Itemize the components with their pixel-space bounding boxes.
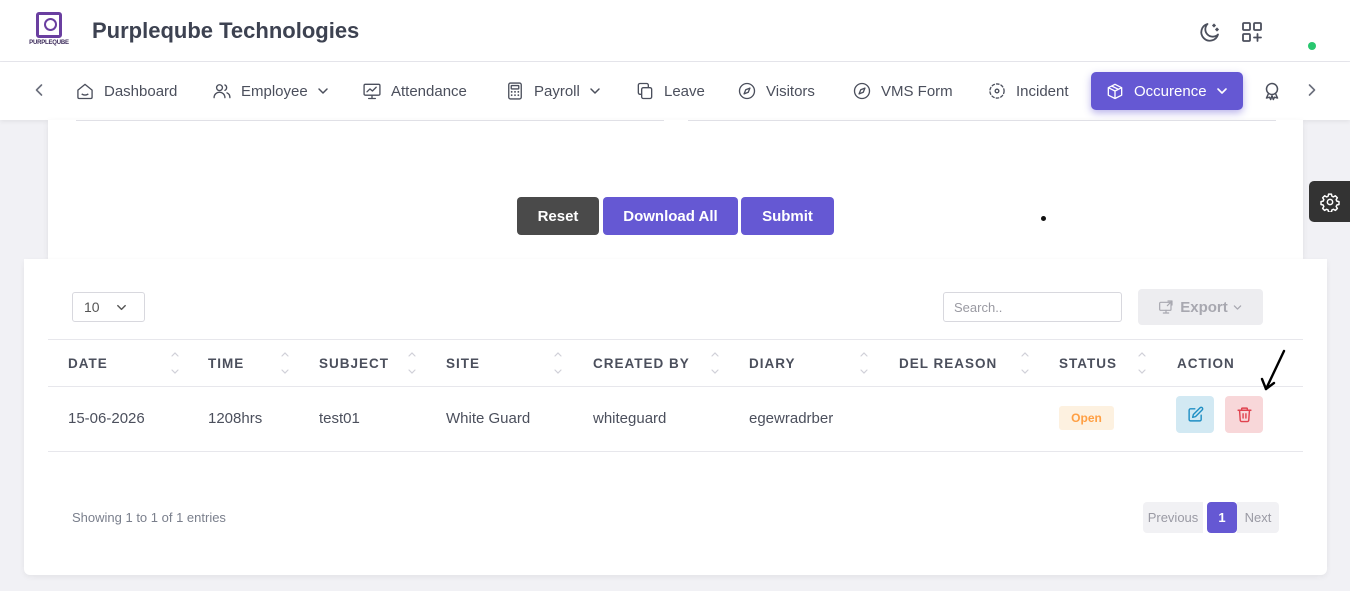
box-icon: [1107, 83, 1123, 100]
column-header-date[interactable]: DATE: [68, 356, 108, 371]
sort-icon[interactable]: [553, 349, 563, 377]
cell-site: White Guard: [446, 410, 531, 427]
sort-icon[interactable]: [1137, 349, 1147, 377]
page-length-select[interactable]: 10: [72, 292, 145, 322]
table-row: 15-06-2026 1208hrs test01 White Guard wh…: [48, 387, 1303, 452]
table-card: 10 Export DATE TIME SUBJECT SITE CREATED…: [24, 259, 1327, 575]
export-label: Export: [1180, 298, 1228, 316]
users-icon: [213, 84, 231, 99]
cell-date: 15-06-2026: [68, 410, 145, 427]
cell-diary: egewradrber: [749, 410, 834, 427]
column-header-action: ACTION: [1177, 356, 1235, 371]
focus-icon: [989, 83, 1005, 99]
column-header-status[interactable]: STATUS: [1059, 356, 1117, 371]
submit-button[interactable]: Submit: [741, 197, 834, 235]
field-underline: [76, 120, 664, 121]
nav-label: Payroll: [534, 82, 580, 100]
logo-text: PURPLEQUBE: [29, 40, 69, 46]
search-input[interactable]: [943, 292, 1122, 322]
column-header-diary[interactable]: DIARY: [749, 356, 796, 371]
nav-scroll-left-icon[interactable]: [29, 80, 49, 100]
compass-icon: [738, 82, 756, 100]
export-button[interactable]: Export: [1138, 289, 1263, 325]
chevron-down-icon: [317, 88, 328, 94]
nav-scroll-right-icon[interactable]: [1302, 80, 1322, 100]
page-length-value: 10: [84, 299, 100, 315]
nav-label: Incident: [1016, 82, 1069, 100]
chevron-down-icon: [1216, 88, 1227, 94]
nav-item-occurence[interactable]: Occurence: [1091, 72, 1243, 110]
logo-mark: [36, 12, 62, 38]
field-underline: [688, 120, 1276, 121]
nav-label: Occurence: [1134, 82, 1207, 100]
table-header: DATE TIME SUBJECT SITE CREATED BY DIARY …: [48, 339, 1303, 387]
column-header-site[interactable]: SITE: [446, 356, 480, 371]
column-header-del-reason[interactable]: DEL REASON: [899, 356, 997, 371]
status-badge: Open: [1059, 406, 1114, 430]
download-all-button[interactable]: Download All: [603, 197, 738, 235]
entries-info: Showing 1 to 1 of 1 entries: [72, 510, 226, 525]
top-header: PURPLEQUBE Purpleqube Technologies: [0, 0, 1350, 62]
cell-created-by: whiteguard: [593, 410, 667, 427]
nav-item-incident[interactable]: Incident: [987, 72, 1069, 110]
company-logo[interactable]: PURPLEQUBE: [28, 10, 70, 52]
chevron-down-icon: [117, 304, 126, 311]
online-status-dot: [1308, 42, 1316, 50]
filter-card: Reset Download All Submit: [48, 120, 1303, 259]
pagination-page-1[interactable]: 1: [1207, 502, 1237, 533]
copy-icon: [637, 82, 653, 100]
nav-item-leave[interactable]: Leave: [635, 72, 705, 110]
column-header-created-by[interactable]: CREATED BY: [593, 356, 690, 371]
sort-icon[interactable]: [1020, 349, 1030, 377]
cell-time: 1208hrs: [208, 410, 263, 427]
sort-icon[interactable]: [859, 349, 869, 377]
pagination-previous[interactable]: Previous: [1143, 502, 1203, 533]
badge-icon[interactable]: [1262, 81, 1282, 101]
chevron-down-icon: [590, 88, 600, 94]
column-header-time[interactable]: TIME: [208, 356, 244, 371]
nav-label: Leave: [664, 82, 705, 100]
nav-item-dashboard[interactable]: Dashboard: [75, 72, 177, 110]
nav-item-visitors[interactable]: Visitors: [737, 72, 815, 110]
nav-item-attendance[interactable]: Attendance: [362, 72, 467, 110]
home-icon: [77, 83, 93, 100]
chevron-down-icon: [1233, 304, 1242, 310]
company-name: Purpleqube Technologies: [92, 18, 360, 43]
nav-item-employee[interactable]: Employee: [212, 72, 330, 110]
sort-icon[interactable]: [407, 349, 417, 377]
edit-icon: [1187, 406, 1203, 422]
settings-toggle[interactable]: [1309, 181, 1350, 222]
calculator-icon: [508, 82, 522, 100]
nav-label: Dashboard: [104, 82, 178, 100]
trash-icon: [1236, 407, 1252, 423]
nav-label: Employee: [241, 82, 308, 100]
cursor-dot: [1041, 216, 1046, 221]
nav-label: VMS Form: [881, 82, 953, 100]
nav-label: Attendance: [391, 82, 467, 100]
reset-button[interactable]: Reset: [517, 197, 599, 235]
sort-icon[interactable]: [710, 349, 720, 377]
nav-item-vms-form[interactable]: VMS Form: [852, 72, 953, 110]
column-header-subject[interactable]: SUBJECT: [319, 356, 389, 371]
moon-icon[interactable]: [1198, 20, 1222, 44]
apps-add-icon[interactable]: [1240, 20, 1264, 44]
compass-icon: [853, 82, 871, 100]
sort-icon[interactable]: [280, 349, 290, 377]
pagination-next[interactable]: Next: [1237, 502, 1279, 533]
annotation-arrow-icon: [1260, 349, 1286, 391]
nav-item-payroll[interactable]: Payroll: [505, 72, 602, 110]
gear-icon: [1319, 192, 1340, 212]
cell-subject: test01: [319, 410, 360, 427]
monitor-chart-icon: [363, 83, 381, 100]
edit-button[interactable]: [1176, 396, 1214, 433]
main-nav: Dashboard Employee Attendance Payroll Le…: [0, 62, 1350, 120]
nav-label: Visitors: [766, 82, 815, 100]
export-icon: [1159, 300, 1173, 314]
sort-icon[interactable]: [170, 349, 180, 377]
delete-button[interactable]: [1225, 396, 1263, 433]
